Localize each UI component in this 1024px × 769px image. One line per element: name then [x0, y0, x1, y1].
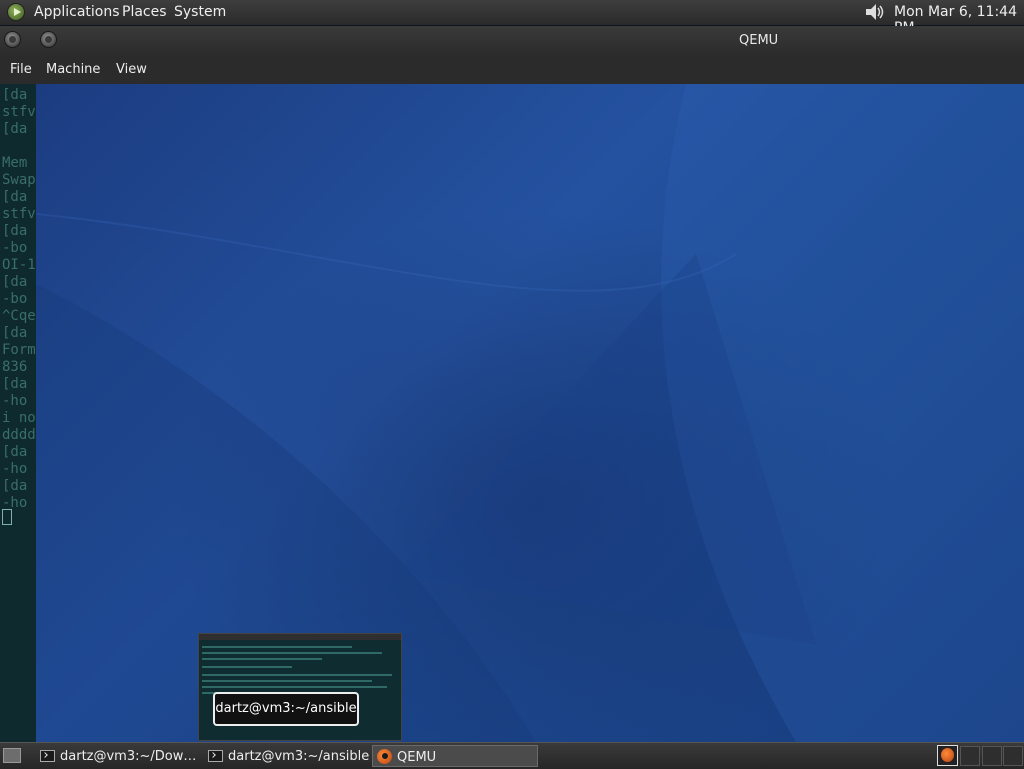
menu-file[interactable]: File [10, 62, 32, 77]
window-title-bar[interactable]: QEMU [0, 26, 1024, 56]
volume-icon[interactable] [864, 3, 886, 21]
workspace-4[interactable] [1003, 746, 1023, 766]
window-close-button[interactable] [4, 31, 21, 48]
taskbar-item-terminal-downloads[interactable]: dartz@vm3:~/Dow… [36, 745, 198, 767]
qemu-icon[interactable] [937, 745, 958, 766]
terminal-cursor [2, 509, 12, 525]
top-panel: Applications Places System Mon Mar 6, 11… [0, 0, 1024, 36]
taskbar-item-qemu[interactable]: QEMU [372, 745, 538, 767]
terminal-line: -bo [2, 240, 28, 256]
qemu-icon [377, 749, 392, 764]
terminal-line: -ho [2, 393, 28, 409]
terminal-line: [da [2, 87, 28, 103]
terminal-line: stfv [2, 206, 36, 222]
terminal-icon [208, 750, 223, 762]
terminal-line: [da [2, 274, 28, 290]
window-minimize-button[interactable] [40, 31, 57, 48]
menu-machine[interactable]: Machine [46, 62, 100, 77]
background-terminal[interactable]: [da stfv [da Mem Swap [da stfv [da -bo OI-1 [da -… [0, 84, 37, 742]
bottom-panel: dartz@vm3:~/Dow… dartz@vm3:~/ansible QEM… [0, 742, 1024, 769]
terminal-line: i no [2, 410, 36, 426]
taskbar-item-label: dartz@vm3:~/ansible [228, 749, 370, 764]
taskbar-item-label: dartz@vm3:~/Dow… [60, 749, 197, 764]
terminal-line: -ho [2, 461, 28, 477]
terminal-line: Swap [2, 172, 36, 188]
window-title: QEMU [739, 33, 779, 48]
preview-tooltip: dartz@vm3:~/ansible [213, 692, 359, 726]
guest-display[interactable] [36, 84, 1024, 742]
terminal-line: dddd [2, 427, 36, 443]
qemu-window: QEMU File Machine View [da stfv [da Mem Swap… [0, 26, 1024, 742]
menu-applications[interactable]: Applications [34, 4, 120, 20]
menu-view[interactable]: View [116, 62, 147, 77]
terminal-line: [da [2, 223, 28, 239]
terminal-line: stfv [2, 104, 36, 120]
menu-places[interactable]: Places [122, 4, 167, 20]
terminal-line: 836 [2, 359, 28, 375]
window-menu-bar: File Machine View [0, 56, 1024, 84]
show-desktop-icon[interactable] [3, 748, 21, 763]
terminal-line: [da [2, 478, 28, 494]
terminal-line: OI-1 [2, 257, 36, 273]
desktop-wallpaper [36, 84, 1024, 742]
terminal-line: Mem [2, 155, 28, 171]
terminal-line: ^Cqe [2, 308, 36, 324]
terminal-line: [da [2, 189, 28, 205]
workspace-3[interactable] [982, 746, 1002, 766]
terminal-line: [da [2, 325, 28, 341]
terminal-line: [da [2, 121, 28, 137]
menu-system[interactable]: System [174, 4, 226, 20]
terminal-line: [da [2, 376, 28, 392]
terminal-icon [40, 750, 55, 762]
terminal-line: [da [2, 444, 28, 460]
taskbar-item-terminal-ansible[interactable]: dartz@vm3:~/ansible [204, 745, 370, 767]
terminal-line: -bo [2, 291, 28, 307]
workspace-2[interactable] [960, 746, 980, 766]
taskbar-item-label: QEMU [397, 750, 437, 765]
gnome-foot-icon[interactable] [7, 3, 25, 21]
terminal-line: Form [2, 342, 36, 358]
